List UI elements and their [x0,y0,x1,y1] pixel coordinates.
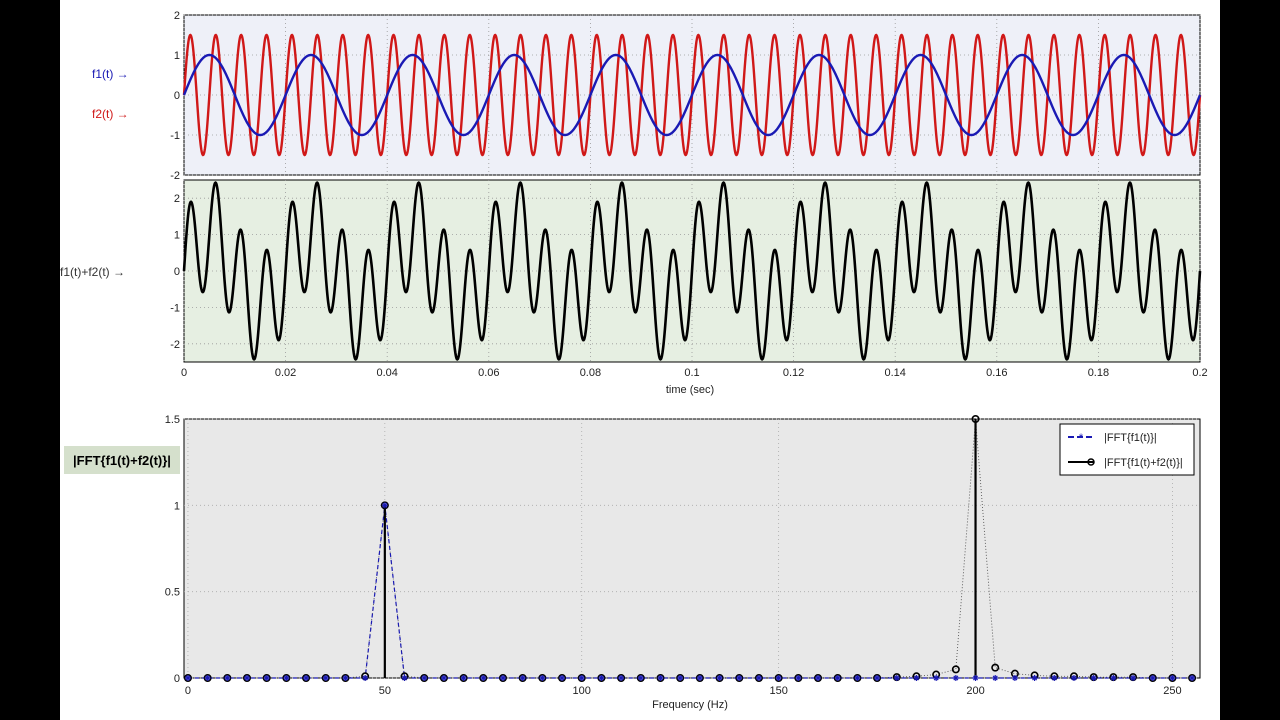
fft-f1-point-40hz [342,675,349,681]
panel-2-xtick-label-3: 0.06 [478,367,499,379]
panel-2-ytick-label-4: 2 [174,193,180,205]
fft-f1-point-175hz [874,675,881,681]
panel-3-xtick-label-2: 100 [573,685,591,697]
fft-f1-point-150hz [775,675,782,681]
legend-label-fft-sum: |FFT{f1(t)+f2(t)}| [1104,457,1183,469]
fft-f1-point-205hz [992,675,999,681]
panel-3-xtick-label-3: 150 [769,685,787,697]
panel-2-ytick-label-3: 1 [174,230,180,242]
panel-2-xtick-label-7: 0.14 [884,367,905,379]
fft-f1-point-220hz [1051,675,1058,681]
fft-f1-point-115hz [637,675,644,681]
panel-2-xtick-label-4: 0.08 [580,367,601,379]
fft-f1-point-125hz [677,675,684,681]
fft-f1-point-235hz [1110,675,1117,681]
panel-2-xtick-label-10: 0.2 [1192,367,1207,379]
fft-f1-point-130hz [696,675,703,681]
side-label-f1: f1(t) → [92,67,129,81]
fft-f1-point-245hz [1149,675,1156,681]
fft-f1-point-180hz [893,675,900,681]
panel-3-xtick-label-1: 50 [379,685,391,697]
side-label-sum: f1(t)+f2(t) → [60,265,125,279]
panel-2-ytick-label-2: 0 [174,266,180,278]
fft-f1-point-105hz [598,675,605,681]
fft-f1-point-240hz [1130,675,1137,681]
fft-f1-point-70hz [460,675,467,681]
fft-f1-point-65hz [440,675,447,681]
fft-f1-point-255hz [1189,675,1196,681]
fft-f1-point-195hz [952,675,959,681]
fft-f1-point-80hz [499,675,506,681]
fft-f1-point-165hz [834,675,841,681]
panel-2-ytick-label-1: -1 [170,302,180,314]
fft-f1-point-160hz [815,675,822,681]
fft-f1-point-185hz [913,675,920,681]
panel-3-xtick-label-5: 250 [1163,685,1181,697]
fft-f1-point-250hz [1169,675,1176,681]
panel-1-f1-f2: -2 -1 0 1 2 [170,10,1202,182]
fft-f1-point-45hz [362,675,369,681]
figure-svg: -2 -1 0 1 2 -2 -1 0 1 2 0 0.02 0.04 0.06 0.08 0.1 0.12 0… [60,10,1208,711]
fft-f1-point-170hz [854,675,861,681]
fft-f1-point-95hz [559,675,566,681]
fft-f1-point-210hz [1011,675,1018,681]
legend-label-fft-f1: |FFT{f1(t)}| [1104,432,1157,444]
panel-3-ytick-label-0: 0 [174,673,180,685]
fft-f1-point-90hz [539,675,546,681]
panel-2-xtick-label-0: 0 [181,367,187,379]
fft-f1-point-140hz [736,675,743,681]
panel-3-xtick-label-0: 0 [185,685,191,697]
panel-3-background [183,418,1201,679]
fft-f1-point-155hz [795,675,802,681]
panel-3-ytick-label-2: 1 [174,500,180,512]
fft-f1-point-110hz [618,675,625,681]
panel-1-ticks: -2 -1 0 1 2 [170,10,180,182]
fft-f1-point-190hz [933,675,940,681]
panel-2-xlabel: time (sec) [666,384,714,396]
side-label-f2: f2(t) → [92,107,129,121]
figure-canvas: -2 -1 0 1 2 -2 -1 0 1 2 0 0.02 0.04 0.06 0.08 0.1 0.12 0… [60,0,1220,720]
panel-2-xtick-label-1: 0.02 [275,367,296,379]
panel-3-xtick-label-4: 200 [966,685,984,697]
panel-2-xtick-label-8: 0.16 [986,367,1007,379]
legend-marker-fft-f1: * [1079,432,1084,444]
fft-f1-point-100hz [578,675,585,681]
panel-1-ytick-label-1: -1 [170,130,180,142]
panel-3-ytick-label-1: 0.5 [165,587,180,599]
panel-2-sum: -2 -1 0 1 2 0 0.02 0.04 0.06 0.08 0.1 0.12 0.14 0.16 0… [170,179,1208,396]
panel-1-ytick-label-4: 2 [174,10,180,22]
panel-3-xlabel: Frequency (Hz) [652,699,728,711]
fft-f1-point-55hz [401,675,408,681]
panel-3-ytick-label-3: 1.5 [165,414,180,426]
fft-legend: * |FFT{f1(t)}| |FFT{f1(t)+f2(t)}| [1059,423,1195,476]
fft-f1-point-225hz [1070,675,1077,681]
panel-1-ytick-label-2: 0 [174,90,180,102]
panel-1-ytick-label-3: 1 [174,50,180,62]
panel-2-xtick-label-9: 0.18 [1088,367,1109,379]
panel-3-fft: 0 0.5 1 1.5 0 50 100 150 200 250 Frequency (Hz) *… [165,414,1201,711]
panel-2-ytick-label-0: -2 [170,339,180,351]
fft-f1-point-145hz [755,675,762,681]
panel-2-xtick-label-6: 0.12 [783,367,804,379]
fft-f1-point-230hz [1090,675,1097,681]
fft-f1-point-135hz [716,675,723,681]
fft-f1-point-120hz [657,675,664,681]
fft-f1-point-15hz [244,675,251,681]
fft-f1-point-200hz [972,675,979,681]
panel-2-xtick-label-2: 0.04 [376,367,397,379]
fft-label: |FFT{f1(t)+f2(t)}| [73,453,171,468]
panel-2-xtick-label-5: 0.1 [684,367,699,379]
panel-1-ytick-label-0: -2 [170,170,180,182]
